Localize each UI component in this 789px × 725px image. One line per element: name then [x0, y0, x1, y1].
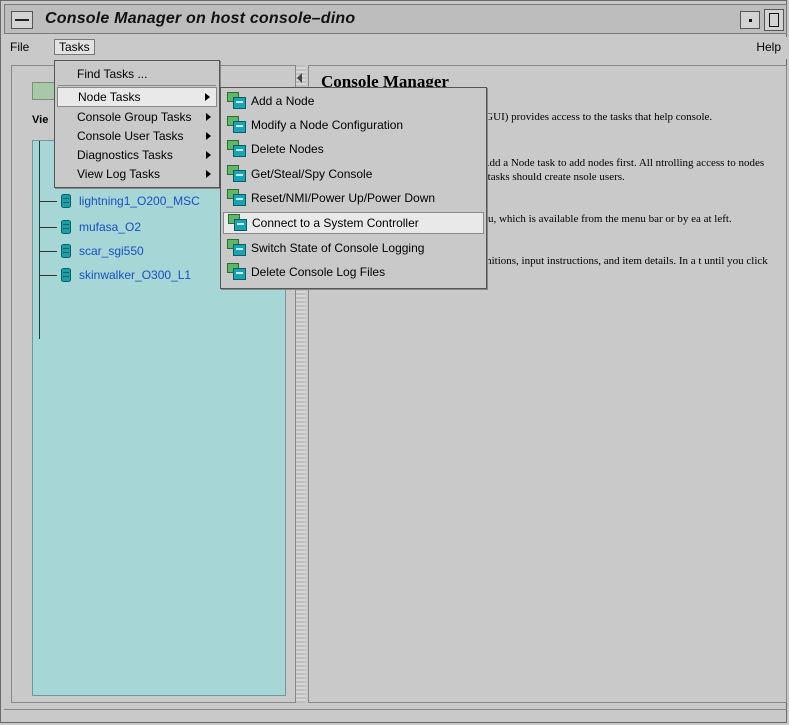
menu-item-node-tasks[interactable]: Node Tasks [57, 87, 217, 107]
menu-item-reset-power[interactable]: Reset/NMI/Power Up/Power Down [223, 188, 484, 208]
tree-branch-line [39, 226, 57, 228]
title-bar[interactable]: Console Manager on host console–dino [4, 4, 787, 34]
status-bar [4, 709, 787, 722]
node-tasks-submenu: Add a Node Modify a Node Configuration D… [220, 87, 487, 289]
menu-item-label: Delete Nodes [251, 142, 324, 156]
window-menu-button[interactable] [11, 11, 33, 29]
collapse-arrow-icon[interactable] [297, 73, 302, 83]
view-label: Vie [32, 114, 49, 126]
submenu-arrow-icon [206, 151, 211, 159]
tree-item-label: mufasa_O2 [79, 220, 142, 234]
menu-item-switch-console-logging[interactable]: Switch State of Console Logging [223, 238, 484, 258]
menu-item-label: Modify a Node Configuration [251, 118, 404, 132]
database-icon [61, 268, 71, 282]
menu-item-label: Reset/NMI/Power Up/Power Down [251, 191, 436, 205]
menu-bar: File Tasks Help [4, 37, 787, 59]
app-window: Console Manager on host console–dino Fil… [0, 0, 787, 723]
help-paragraph: he Add a Node task to add nodes first. A… [469, 157, 765, 183]
menu-item-label: View Log Tasks [77, 167, 160, 181]
tree-connector-line [39, 141, 40, 339]
menu-item-diagnostics-tasks[interactable]: Diagnostics Tasks [57, 145, 217, 165]
tree-branch-line [39, 200, 57, 202]
task-icon [228, 214, 248, 232]
menu-item-label: Delete Console Log Files [251, 265, 386, 279]
task-icon [227, 239, 247, 257]
maximize-button[interactable] [764, 9, 784, 31]
tree-branch-line [39, 274, 57, 276]
submenu-arrow-icon [205, 93, 210, 101]
task-icon [227, 189, 247, 207]
menu-item-console-user-tasks[interactable]: Console User Tasks [57, 126, 217, 146]
help-paragraph: ce (GUI) provides access to the tasks th… [469, 111, 713, 123]
menu-item-label: Find Tasks ... [77, 67, 148, 81]
menu-item-label: Node Tasks [78, 90, 141, 104]
task-icon [227, 165, 247, 183]
help-paragraph: menu, which is available from the menu b… [469, 213, 732, 225]
task-icon [227, 263, 247, 281]
menu-item-label: Console User Tasks [77, 129, 184, 143]
tree-item-label: scar_sgi550 [79, 244, 144, 258]
database-icon [61, 194, 71, 208]
menu-item-delete-console-logs[interactable]: Delete Console Log Files [223, 262, 484, 282]
window-title: Console Manager on host console–dino [45, 10, 356, 27]
help-paragraph: definitions, input instructions, and ite… [469, 255, 768, 281]
menu-item-label: Connect to a System Controller [252, 216, 419, 230]
tree-item-label: lightning1_O200_MSC [79, 194, 200, 208]
menu-separator [58, 85, 216, 86]
menu-item-connect-system-controller[interactable]: Connect to a System Controller [223, 212, 484, 234]
tree-item-node[interactable]: skinwalker_O300_L1 [39, 265, 191, 285]
tree-item-node[interactable]: lightning1_O200_MSC [39, 191, 200, 211]
submenu-arrow-icon [206, 132, 211, 140]
tree-item-node[interactable]: scar_sgi550 [39, 241, 144, 261]
menu-help[interactable]: Help [752, 39, 785, 55]
menu-item-label: Diagnostics Tasks [77, 148, 173, 162]
menu-file[interactable]: File [6, 39, 33, 55]
menu-item-delete-nodes[interactable]: Delete Nodes [223, 139, 484, 159]
menu-item-label: Switch State of Console Logging [251, 241, 425, 255]
menu-item-add-node[interactable]: Add a Node [223, 91, 484, 111]
tree-branch-line [39, 250, 57, 252]
menu-item-console-group-tasks[interactable]: Console Group Tasks [57, 107, 217, 127]
task-icon [227, 140, 247, 158]
submenu-arrow-icon [206, 170, 211, 178]
task-icon [227, 92, 247, 110]
menu-item-view-log-tasks[interactable]: View Log Tasks [57, 164, 217, 184]
menu-item-modify-node[interactable]: Modify a Node Configuration [223, 115, 484, 135]
menu-item-label: Get/Steal/Spy Console [251, 167, 373, 181]
database-icon [61, 220, 71, 234]
menu-item-label: Add a Node [251, 94, 315, 108]
tree-item-node[interactable]: mufasa_O2 [39, 217, 141, 237]
tree-item-label: skinwalker_O300_L1 [79, 268, 192, 282]
task-icon [227, 116, 247, 134]
database-icon [61, 244, 71, 258]
menu-item-find-tasks[interactable]: Find Tasks ... [57, 64, 217, 84]
menu-tasks[interactable]: Tasks [54, 39, 95, 55]
minimize-button[interactable] [740, 11, 760, 29]
tasks-menu: Find Tasks ... Node Tasks Console Group … [54, 60, 220, 188]
menu-item-label: Console Group Tasks [77, 110, 192, 124]
submenu-arrow-icon [206, 113, 211, 121]
menu-item-get-steal-spy[interactable]: Get/Steal/Spy Console [223, 164, 484, 184]
